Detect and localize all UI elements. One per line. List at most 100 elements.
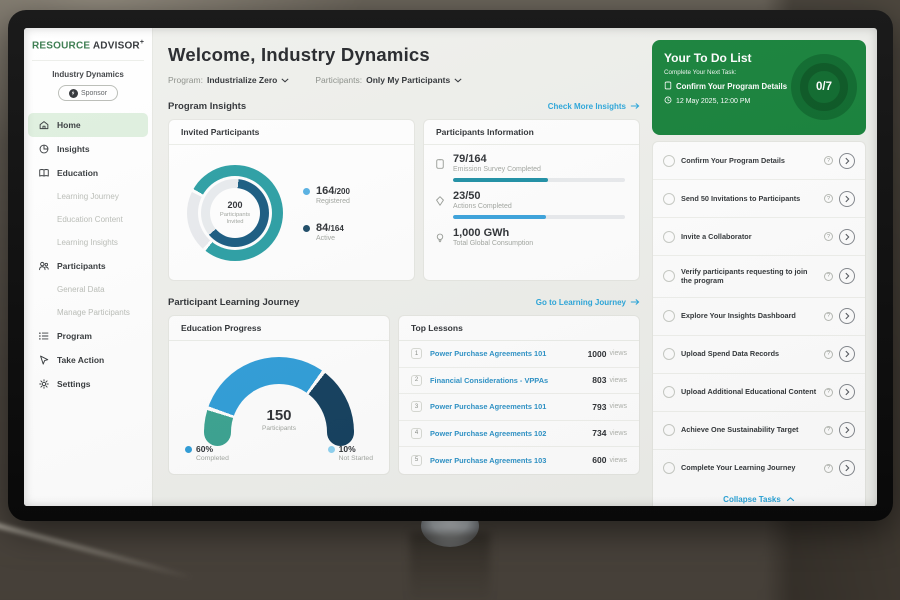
clock-icon (664, 96, 672, 106)
check-more-insights-link[interactable]: Check More Insights (548, 102, 640, 112)
task-checkbox[interactable] (663, 193, 675, 205)
stat-value: 79/164 (453, 153, 625, 165)
help-icon[interactable]: ? (824, 272, 833, 281)
participants-dropdown[interactable]: Participants: Only My Participants (315, 75, 462, 85)
dashboard-screen: RESOURCE ADVISOR+ Industry Dynamics Spon… (24, 28, 877, 506)
clipboard-icon (664, 81, 672, 92)
sidebar-item-settings[interactable]: Settings (28, 372, 148, 396)
sidebar-item-general-data[interactable]: General Data (28, 278, 148, 301)
help-icon[interactable]: ? (824, 464, 833, 473)
arrow-right-icon (630, 102, 640, 112)
lesson-row: 1 Power Purchase Agreements 101 1000 vie… (399, 341, 639, 368)
lesson-title-link[interactable]: Financial Considerations - VPPAs (430, 376, 592, 385)
lesson-title-link[interactable]: Power Purchase Agreements 102 (430, 429, 592, 438)
task-open-button[interactable] (839, 191, 855, 207)
legend-item-registered: 164/200 Registered (303, 185, 350, 205)
learning-journey-header: Participant Learning Journey Go to Learn… (168, 297, 640, 308)
lesson-views-suffix: views (609, 350, 627, 357)
task-open-button[interactable] (839, 229, 855, 245)
task-checkbox[interactable] (663, 462, 675, 474)
todo-panel: Your To Do List Complete Your Next Task:… (652, 40, 866, 135)
sidebar-item-participants[interactable]: Participants (28, 254, 148, 278)
sidebar-item-education-content[interactable]: Education Content (28, 208, 148, 231)
task-checkbox[interactable] (663, 386, 675, 398)
donut-inner-ring: 200 Participants Invited (201, 179, 269, 247)
lesson-title-link[interactable]: Power Purchase Agreements 101 (430, 402, 592, 411)
lesson-views-suffix: views (609, 457, 627, 464)
stat-value: 1,000 GWh (453, 227, 625, 239)
sidebar-item-manage-participants[interactable]: Manage Participants (28, 301, 148, 324)
legend-item-active: 84/164 Active (303, 222, 350, 242)
collapse-tasks-label: Collapse Tasks (723, 495, 781, 504)
task-open-button[interactable] (839, 346, 855, 362)
program-dropdown[interactable]: Program: Industrialize Zero (168, 75, 289, 85)
sidebar-item-label: Settings (57, 379, 91, 389)
sidebar-item-home[interactable]: Home (28, 113, 148, 137)
task-open-button[interactable] (839, 422, 855, 438)
task-open-button[interactable] (839, 384, 855, 400)
sidebar-item-label: Education (57, 168, 98, 178)
task-checkbox[interactable] (663, 348, 675, 360)
gauge-center-value: 150 (204, 407, 354, 424)
help-icon[interactable]: ? (824, 388, 833, 397)
check-more-insights-label: Check More Insights (548, 102, 626, 111)
legend-dot-active (303, 225, 310, 232)
task-checkbox[interactable] (663, 155, 675, 167)
task-checkbox[interactable] (663, 424, 675, 436)
lightbulb-icon (434, 231, 446, 243)
donut-legend: 164/200 Registered 84/164 Active (303, 185, 350, 242)
invited-participants-card: Invited Participants 200 Participants In… (168, 119, 415, 281)
legend-label-active: Active (316, 235, 344, 242)
task-label: Send 50 Invitations to Participants (681, 194, 818, 204)
top-lessons-card-title: Top Lessons (399, 316, 639, 341)
monitor-bezel: RESOURCE ADVISOR+ Industry Dynamics Spon… (8, 10, 893, 521)
sidebar-item-program[interactable]: Program (28, 324, 148, 348)
top-lessons-card: Top Lessons 1 Power Purchase Agreements … (398, 315, 640, 475)
lesson-title-link[interactable]: Power Purchase Agreements 101 (430, 349, 588, 358)
collapse-tasks-link[interactable]: Collapse Tasks (653, 487, 865, 506)
progress-fill (453, 215, 546, 219)
sidebar-item-learning-insights[interactable]: Learning Insights (28, 231, 148, 254)
help-icon[interactable]: ? (824, 426, 833, 435)
program-insights-title: Program Insights (168, 101, 246, 112)
stat-emission-survey: 79/164 Emission Survey Completed (424, 145, 639, 182)
task-label: Invite a Collaborator (681, 232, 818, 242)
lesson-views-suffix: views (609, 403, 627, 410)
help-icon[interactable]: ? (824, 312, 833, 321)
task-checkbox[interactable] (663, 231, 675, 243)
monitor-stand-column (410, 532, 490, 600)
legend-dot-registered (303, 188, 310, 195)
task-checkbox[interactable] (663, 310, 675, 322)
sidebar-item-insights[interactable]: Insights (28, 137, 148, 161)
sidebar-item-label: Insights (57, 144, 90, 154)
stat-label: Total Global Consumption (453, 240, 625, 247)
help-icon[interactable]: ? (824, 156, 833, 165)
lesson-row: 3 Power Purchase Agreements 101 793 view… (399, 394, 639, 421)
task-checkbox[interactable] (663, 270, 675, 282)
sidebar-item-take-action[interactable]: Take Action (28, 348, 148, 372)
lesson-rank: 5 (411, 455, 422, 466)
task-open-button[interactable] (839, 460, 855, 476)
stat-body: 23/50 Actions Completed (453, 190, 625, 219)
sidebar-item-education[interactable]: Education (28, 161, 148, 185)
lesson-rank: 4 (411, 428, 422, 439)
page-title: Welcome, Industry Dynamics (168, 44, 640, 66)
task-open-button[interactable] (839, 308, 855, 324)
help-icon[interactable]: ? (824, 194, 833, 203)
stat-value: 23/50 (453, 190, 625, 202)
todo-progress-ring: 0/7 (791, 54, 857, 120)
book-icon (38, 167, 50, 179)
sponsor-badge[interactable]: Sponsor (58, 85, 118, 101)
lesson-title-link[interactable]: Power Purchase Agreements 103 (430, 456, 592, 465)
task-open-button[interactable] (839, 153, 855, 169)
help-icon[interactable]: ? (824, 350, 833, 359)
sidebar-item-learning-journey[interactable]: Learning Journey (28, 185, 148, 208)
help-icon[interactable]: ? (824, 232, 833, 241)
task-row: Send 50 Invitations to Participants ? (653, 180, 865, 218)
sidebar-item-label: Take Action (57, 355, 104, 365)
task-row: Confirm Your Program Details ? (653, 142, 865, 180)
donut-center-value: 200 (227, 200, 242, 210)
arrow-right-icon (630, 298, 640, 308)
task-open-button[interactable] (839, 268, 855, 284)
go-to-learning-journey-link[interactable]: Go to Learning Journey (536, 298, 640, 308)
